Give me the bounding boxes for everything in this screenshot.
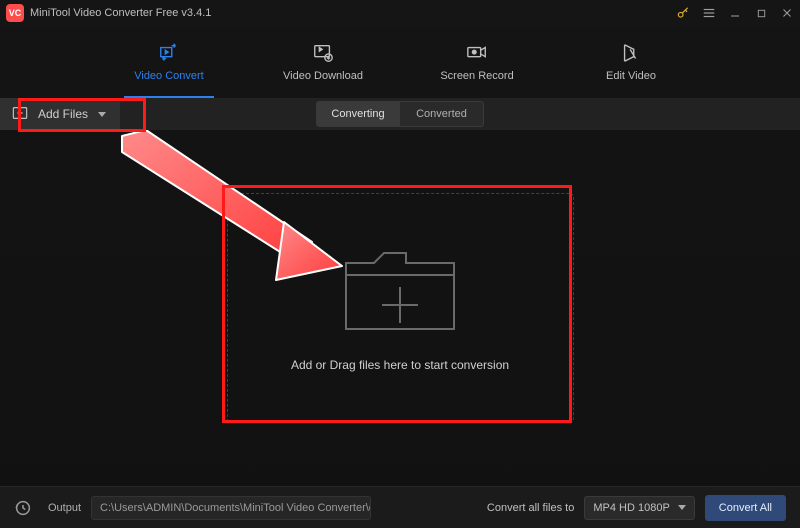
close-icon[interactable] — [780, 6, 794, 20]
add-files-button[interactable]: Add Files — [0, 98, 120, 130]
tab-converted[interactable]: Converted — [400, 101, 484, 127]
tab-video-convert[interactable]: Video Convert — [124, 26, 214, 98]
nav-label: Video Convert — [134, 70, 204, 82]
drop-label: Add or Drag files here to start conversi… — [291, 358, 509, 372]
convert-all-button[interactable]: Convert All — [705, 495, 786, 521]
edit-icon — [620, 42, 642, 64]
conversion-status-tabs: Converting Converted — [316, 101, 484, 127]
tab-converting[interactable]: Converting — [316, 101, 400, 127]
output-label: Output — [48, 502, 81, 514]
download-icon — [312, 42, 334, 64]
tab-video-download[interactable]: Video Download — [278, 26, 368, 98]
record-icon — [466, 42, 488, 64]
convert-all-files-to-label: Convert all files to — [487, 502, 574, 514]
nav-label: Screen Record — [440, 70, 513, 82]
workarea: Add or Drag files here to start conversi… — [0, 130, 800, 486]
output-path-text: C:\Users\ADMIN\Documents\MiniTool Video … — [100, 502, 371, 514]
output-path-field[interactable]: C:\Users\ADMIN\Documents\MiniTool Video … — [91, 496, 371, 520]
nav-label: Video Download — [283, 70, 363, 82]
menu-icon[interactable] — [702, 6, 716, 20]
titlebar: VC MiniTool Video Converter Free v3.4.1 — [0, 0, 800, 26]
output-preset-dropdown[interactable]: MP4 HD 1080P — [584, 496, 694, 520]
drop-area[interactable]: Add or Drag files here to start conversi… — [227, 193, 574, 423]
add-files-label: Add Files — [38, 107, 88, 121]
bottom-bar: Output C:\Users\ADMIN\Documents\MiniTool… — [0, 486, 800, 528]
tab-edit-video[interactable]: Edit Video — [586, 26, 676, 98]
app-title: MiniTool Video Converter Free v3.4.1 — [30, 7, 211, 19]
tab-screen-record[interactable]: Screen Record — [432, 26, 522, 98]
history-icon[interactable] — [14, 499, 32, 517]
maximize-icon[interactable] — [754, 6, 768, 20]
key-icon[interactable] — [676, 6, 690, 20]
chevron-down-icon — [678, 505, 686, 510]
main-nav: Video Convert Video Download Screen Reco… — [0, 26, 800, 98]
minimize-icon[interactable] — [728, 6, 742, 20]
app-logo: VC — [6, 4, 24, 22]
chevron-down-icon — [98, 112, 106, 117]
convert-icon — [158, 42, 180, 64]
toolbar: Add Files Converting Converted — [0, 98, 800, 130]
nav-label: Edit Video — [606, 70, 656, 82]
preset-text: MP4 HD 1080P — [593, 502, 669, 514]
add-file-icon — [12, 106, 28, 123]
folder-add-icon — [340, 245, 460, 340]
